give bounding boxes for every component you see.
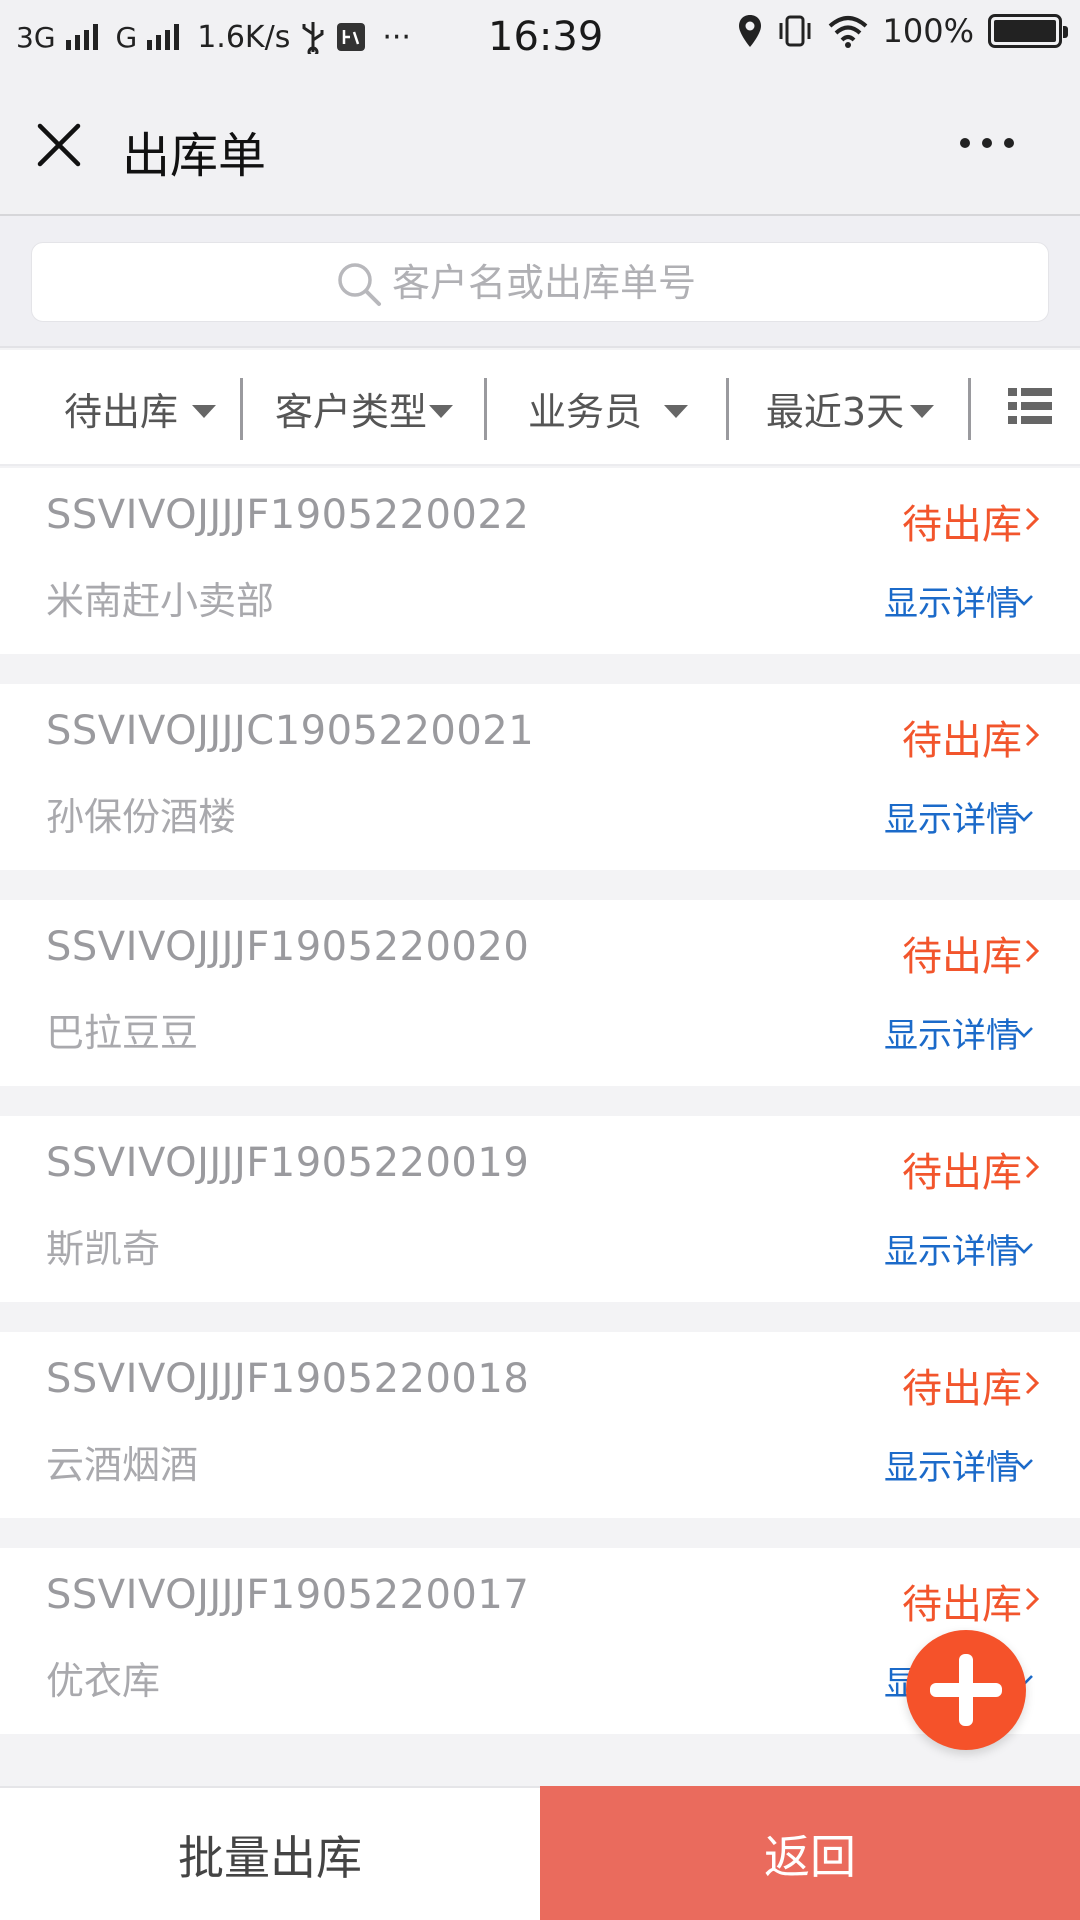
status-bar: 3G G 1.6K/s ··· 16:39 100% (0, 0, 1080, 74)
chevron-right-icon[interactable] (1022, 1586, 1042, 1612)
status-left: 3G G 1.6K/s ··· (16, 20, 411, 55)
customer-name: 孙保份酒楼 (46, 795, 237, 839)
chevron-right-icon[interactable] (1022, 1154, 1042, 1180)
order-card[interactable]: SSVIVOJJJJC1905220021 孙保份酒楼 待出库 显示详情 (0, 684, 1080, 870)
more-icon[interactable] (960, 138, 1014, 148)
battery-icon (988, 14, 1068, 48)
order-number: SSVIVOJJJJF1905220018 (46, 1356, 530, 1402)
chevron-down-icon[interactable] (1012, 592, 1036, 608)
network-speed: 1.6K/s (197, 19, 291, 55)
chevron-right-icon[interactable] (1022, 1370, 1042, 1396)
customer-name: 云酒烟酒 (46, 1443, 199, 1487)
search-box[interactable] (31, 242, 1049, 322)
signal-icon (65, 24, 98, 50)
order-status[interactable]: 待出库 (902, 1572, 1022, 1630)
order-number: SSVIVOJJJJF1905220020 (46, 924, 530, 970)
divider (726, 378, 729, 440)
close-icon[interactable] (34, 120, 84, 170)
order-number: SSVIVOJJJJC1905220021 (46, 708, 535, 754)
page: 3G G 1.6K/s ··· 16:39 100% 出库单 客户名或出库单号 … (0, 0, 1080, 1920)
filter-salesperson[interactable]: 业务员 (488, 350, 728, 466)
add-order-button[interactable] (906, 1630, 1026, 1750)
chevron-right-icon[interactable] (1022, 938, 1042, 964)
order-number: SSVIVOJJJJF1905220019 (46, 1140, 530, 1186)
search-icon (338, 263, 381, 306)
more-status-icon: ··· (382, 19, 411, 55)
vibrate-icon (779, 15, 811, 47)
order-number: SSVIVOJJJJF1905220017 (46, 1572, 530, 1618)
show-details-link[interactable]: 显示详情 (884, 1008, 1020, 1057)
chevron-down-icon[interactable] (1012, 1240, 1036, 1256)
chevron-right-icon[interactable] (1022, 506, 1042, 532)
order-card[interactable]: SSVIVOJJJJF1905220020 巴拉豆豆 待出库 显示详情 (0, 900, 1080, 1086)
order-card[interactable]: SSVIVOJJJJF1905220019 斯凯奇 待出库 显示详情 (0, 1116, 1080, 1302)
battery-percent: 100% (882, 12, 974, 50)
list-view-icon[interactable] (1008, 386, 1052, 426)
usb-icon (302, 22, 324, 54)
order-status[interactable]: 待出库 (902, 708, 1022, 766)
status-right: 100% (737, 12, 1068, 50)
nav-bar: 出库单 (0, 74, 1080, 216)
order-status[interactable]: 待出库 (902, 1356, 1022, 1414)
location-icon (738, 15, 761, 47)
bottom-action-bar: 批量出库 返回 (0, 1786, 1080, 1920)
customer-name: 优衣库 (46, 1659, 161, 1703)
caret-down-icon (664, 404, 688, 418)
search-input[interactable] (392, 255, 992, 311)
show-details-link[interactable]: 显示详情 (884, 576, 1020, 625)
chevron-down-icon[interactable] (1012, 1024, 1036, 1040)
clock: 16:39 (488, 14, 604, 60)
caret-down-icon (910, 404, 935, 418)
filter-customer-type-label: 客户类型 (274, 389, 427, 434)
divider (484, 378, 487, 440)
chevron-right-icon[interactable] (1022, 722, 1042, 748)
caret-down-icon (429, 404, 453, 418)
filter-status-label: 待出库 (63, 389, 178, 434)
page-title: 出库单 (122, 128, 267, 184)
notification-icon (337, 23, 366, 51)
divider (968, 378, 971, 440)
batch-outbound-button[interactable]: 批量出库 (0, 1788, 540, 1920)
customer-name: 米南赶小卖部 (46, 579, 275, 623)
order-list: SSVIVOJJJJF1905220022 米南赶小卖部 待出库 显示详情 SS… (0, 468, 1080, 1764)
show-details-link[interactable]: 显示详情 (884, 1224, 1020, 1273)
chevron-down-icon[interactable] (1012, 1456, 1036, 1472)
back-button[interactable]: 返回 (540, 1786, 1080, 1920)
filter-date-range-label: 最近3天 (765, 389, 905, 434)
search-area (0, 216, 1080, 348)
filter-customer-type[interactable]: 客户类型 (244, 350, 484, 466)
wifi-icon (828, 16, 867, 48)
show-details-link[interactable]: 显示详情 (884, 792, 1020, 841)
order-status[interactable]: 待出库 (902, 924, 1022, 982)
network-type-1: 3G (16, 20, 56, 54)
filter-salesperson-label: 业务员 (527, 389, 642, 434)
signal-icon-2 (147, 24, 180, 50)
network-type-2: G (115, 20, 138, 54)
chevron-down-icon[interactable] (1012, 808, 1036, 824)
filter-status[interactable]: 待出库 (40, 350, 240, 466)
show-details-link[interactable]: 显示详情 (884, 1440, 1020, 1489)
order-card[interactable]: SSVIVOJJJJF1905220018 云酒烟酒 待出库 显示详情 (0, 1332, 1080, 1518)
caret-down-icon (192, 404, 216, 418)
customer-name: 斯凯奇 (46, 1227, 161, 1271)
divider (240, 378, 243, 440)
order-status[interactable]: 待出库 (902, 1140, 1022, 1198)
order-number: SSVIVOJJJJF1905220022 (46, 492, 530, 538)
customer-name: 巴拉豆豆 (46, 1011, 199, 1055)
order-card[interactable]: SSVIVOJJJJF1905220022 米南赶小卖部 待出库 显示详情 (0, 468, 1080, 654)
filter-date-range[interactable]: 最近3天 (730, 350, 970, 466)
filter-bar: 待出库 客户类型 业务员 最近3天 (0, 350, 1080, 466)
order-status[interactable]: 待出库 (902, 492, 1022, 550)
